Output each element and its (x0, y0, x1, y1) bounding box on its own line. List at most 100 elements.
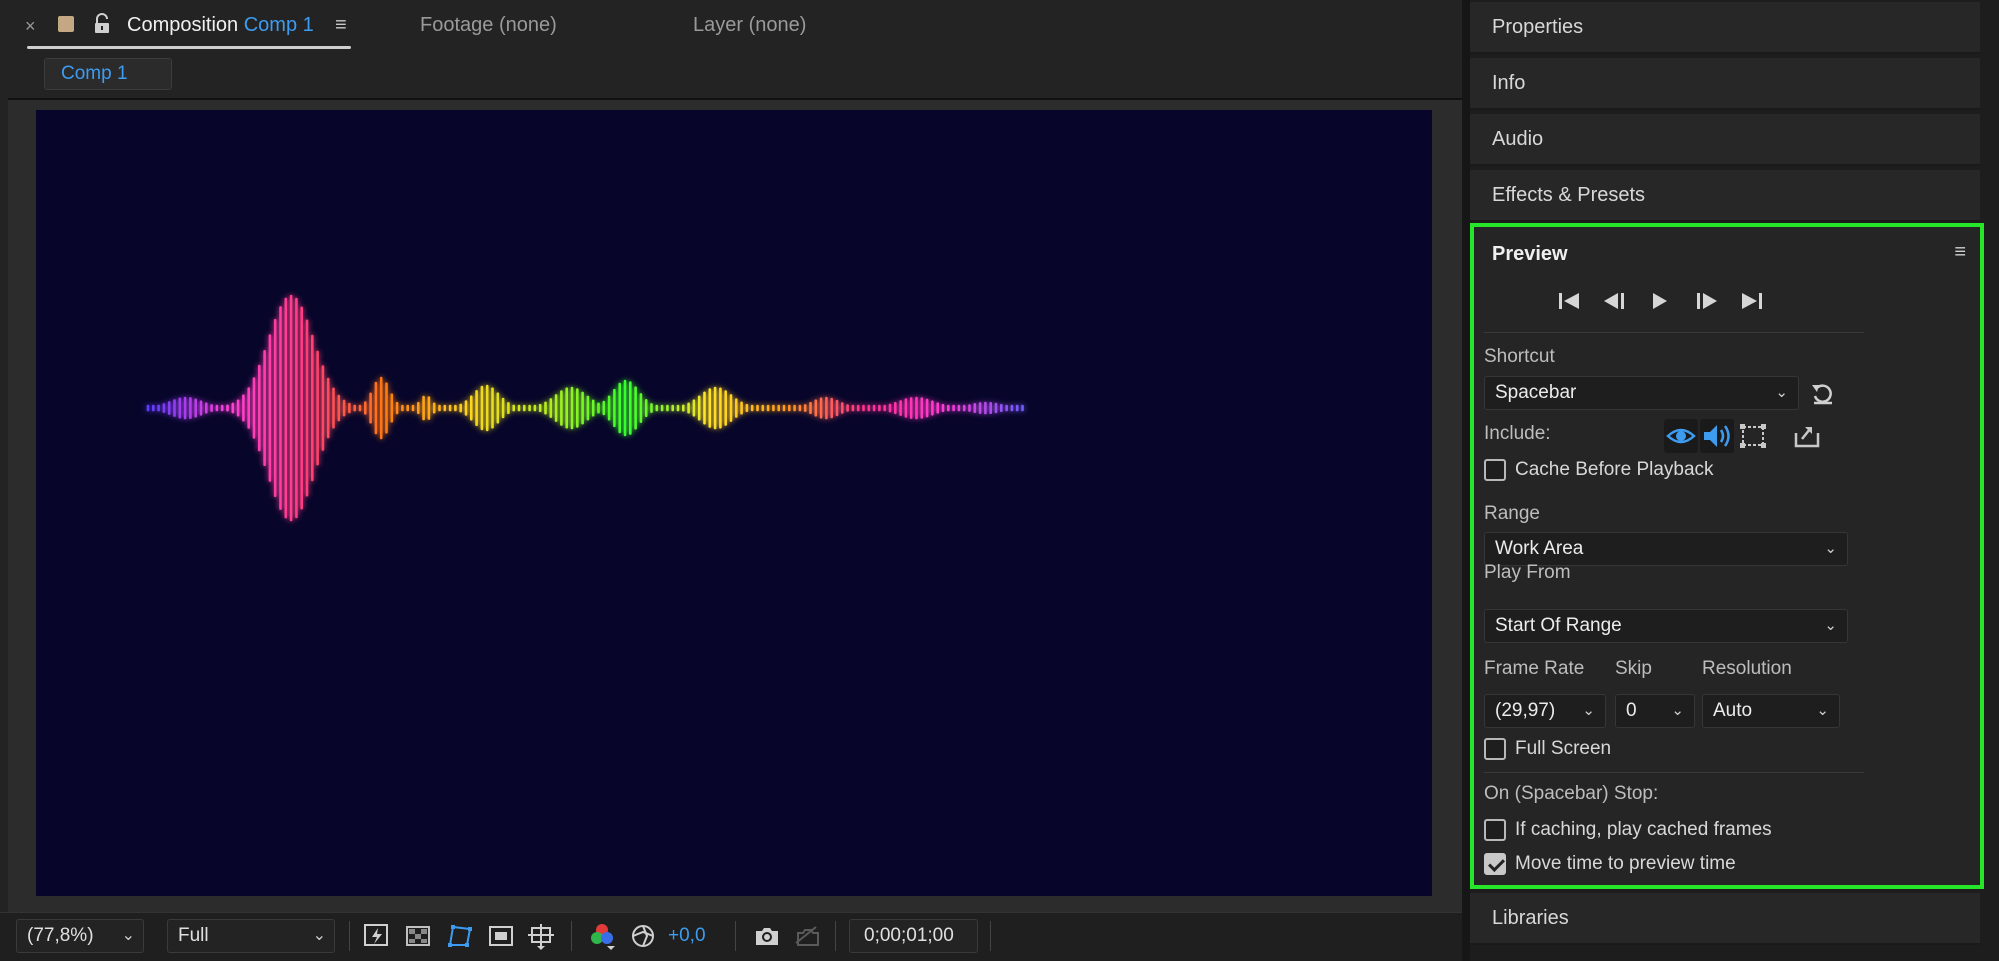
close-icon[interactable]: × (25, 16, 36, 37)
checkbox-label: Full Screen (1515, 738, 1612, 759)
checkbox-label: Cache Before Playback (1515, 459, 1714, 480)
shortcut-dropdown[interactable]: Spacebar ⌄ (1484, 376, 1799, 410)
timecode-value: 0;00;01;00 (864, 925, 954, 946)
chevron-down-icon: ⌄ (312, 927, 326, 944)
panel-title: Properties (1492, 16, 1584, 38)
frame-rate-value: (29,97) (1495, 700, 1556, 721)
first-frame-icon[interactable] (1555, 289, 1585, 313)
skip-value: 0 (1626, 700, 1637, 721)
divider (990, 921, 991, 951)
checkbox[interactable] (1484, 459, 1506, 481)
panel-title: Info (1492, 72, 1526, 94)
play-from-dropdown[interactable]: Start Of Range ⌄ (1484, 609, 1848, 643)
composition-footer-bar: (77,8%) ⌄ Full ⌄ +0,0 0;00;01;00 (0, 912, 1462, 961)
resolution-value: Auto (1713, 700, 1753, 721)
audio-waveform-graphic (146, 294, 1024, 522)
panel-header-audio[interactable]: Audio (1470, 114, 1980, 166)
comp-flowchart-tab[interactable]: Comp 1 (44, 58, 172, 90)
divider (735, 921, 736, 951)
on-stop-label: On (Spacebar) Stop: (1484, 783, 1659, 804)
tab-composition-name: Comp 1 (243, 14, 314, 36)
grid-guides-icon[interactable] (526, 921, 556, 951)
divider (835, 921, 836, 951)
panel-title: Effects & Presets (1492, 184, 1646, 206)
include-audio-icon[interactable] (1700, 419, 1734, 453)
include-label: Include: (1484, 423, 1551, 444)
panel-menu-icon[interactable]: ≡ (1954, 241, 1966, 264)
current-time-display[interactable]: 0;00;01;00 (849, 919, 978, 953)
panel-header-libraries[interactable]: Libraries (1470, 893, 1980, 945)
play-from-value: Start Of Range (1495, 615, 1622, 636)
chevron-down-icon: ⌄ (1824, 617, 1837, 634)
shortcut-value: Spacebar (1495, 382, 1577, 403)
region-of-interest-icon[interactable] (486, 921, 516, 951)
composition-panel: × Composition Comp 1 ≡ Footage (none) La… (0, 0, 1462, 961)
magnification-dropdown[interactable]: (77,8%) ⌄ (16, 919, 144, 953)
chevron-down-icon: ⌄ (1816, 702, 1829, 719)
panel-header-info[interactable]: Info (1470, 58, 1980, 110)
panel-menu-icon[interactable]: ≡ (335, 14, 347, 37)
range-label: Range (1484, 503, 1540, 524)
chevron-down-icon: ⌄ (1671, 702, 1684, 719)
include-video-icon[interactable] (1664, 419, 1698, 453)
tab-composition[interactable]: Composition Comp 1 (127, 14, 314, 37)
divider (1484, 332, 1864, 333)
after-effects-window: × Composition Comp 1 ≡ Footage (none) La… (0, 0, 1999, 961)
mask-visibility-icon[interactable] (445, 921, 475, 951)
checkbox[interactable] (1484, 853, 1506, 875)
checkbox-label: Move time to preview time (1515, 853, 1736, 874)
comp-color-swatch (58, 16, 74, 32)
panel-header-effects-presets[interactable]: Effects & Presets (1470, 170, 1980, 222)
active-tab-indicator (27, 46, 351, 49)
show-snapshot-icon[interactable] (792, 921, 822, 951)
channel-rgb-icon[interactable] (587, 921, 617, 951)
last-frame-icon[interactable] (1736, 289, 1766, 313)
frame-rate-label: Frame Rate (1484, 658, 1585, 679)
include-overlays-icon[interactable] (1736, 419, 1770, 453)
chevron-down-icon: ⌄ (1775, 384, 1788, 401)
range-value: Work Area (1495, 538, 1584, 559)
play-from-label: Play From (1484, 562, 1571, 583)
reset-exposure-icon[interactable] (628, 921, 658, 951)
checkbox[interactable] (1484, 738, 1506, 760)
resolution-value: Full (178, 925, 209, 946)
range-dropdown[interactable]: Work Area ⌄ (1484, 532, 1848, 566)
composition-tab-bar: × Composition Comp 1 ≡ Footage (none) La… (0, 0, 1462, 50)
tab-layer[interactable]: Layer (none) (693, 14, 806, 37)
transparency-grid-icon[interactable] (403, 921, 433, 951)
skip-label: Skip (1615, 658, 1652, 679)
chevron-down-icon: ⌄ (121, 927, 135, 944)
resolution-dropdown[interactable]: Auto ⌄ (1702, 694, 1840, 728)
checkbox-label: If caching, play cached frames (1515, 819, 1772, 840)
panel-title: Audio (1492, 128, 1544, 150)
panel-title: Libraries (1492, 907, 1569, 929)
reset-shortcut-icon[interactable] (1809, 380, 1837, 408)
next-frame-icon[interactable] (1691, 289, 1721, 313)
exposure-value[interactable]: +0,0 (668, 919, 706, 953)
resolution-dropdown[interactable]: Full ⌄ (167, 919, 335, 953)
skip-dropdown[interactable]: 0 ⌄ (1615, 694, 1695, 728)
right-panel-stack: Properties Info Audio Effects & Presets … (1470, 0, 1999, 961)
panel-splitter[interactable] (1462, 0, 1470, 961)
panel-header-properties[interactable]: Properties (1470, 2, 1980, 54)
play-icon[interactable] (1645, 289, 1675, 313)
fast-previews-icon[interactable] (362, 921, 392, 951)
panel-title: Preview (1492, 243, 1568, 265)
shortcut-label: Shortcut (1484, 346, 1555, 367)
preview-panel: Preview ≡ Shortcut Spacebar ⌄ Include: C… (1470, 223, 1984, 889)
resolution-label: Resolution (1702, 658, 1792, 679)
chevron-down-icon: ⌄ (1582, 702, 1595, 719)
composition-canvas (36, 110, 1432, 896)
divider (349, 921, 350, 951)
divider (571, 921, 572, 951)
chevron-down-icon: ⌄ (1824, 540, 1837, 557)
divider (1484, 772, 1864, 773)
previous-frame-icon[interactable] (1600, 289, 1630, 313)
unlock-icon[interactable] (92, 13, 112, 35)
tab-footage[interactable]: Footage (none) (420, 14, 557, 37)
frame-rate-dropdown[interactable]: (29,97) ⌄ (1484, 694, 1606, 728)
checkbox[interactable] (1484, 819, 1506, 841)
camera-snapshot-icon[interactable] (752, 921, 782, 951)
composition-viewer[interactable] (8, 100, 1462, 912)
export-icon[interactable] (1790, 419, 1824, 453)
